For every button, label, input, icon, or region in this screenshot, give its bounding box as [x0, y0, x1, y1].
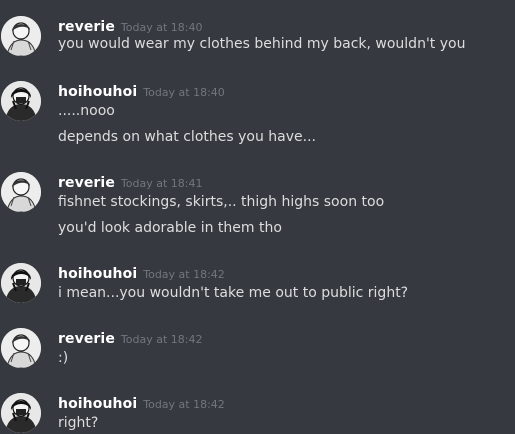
message-header: hoihouhoi Today at 18:42	[58, 263, 225, 282]
message-header: reverie Today at 18:41	[58, 172, 202, 191]
message-text: .....nooo	[58, 103, 115, 119]
username[interactable]: hoihouhoi	[58, 266, 137, 282]
username[interactable]: hoihouhoi	[58, 84, 137, 100]
reverie-avatar-icon[interactable]	[1, 16, 41, 56]
message-text: you'd look adorable in them tho	[58, 220, 282, 236]
timestamp[interactable]: Today at 18:42	[121, 333, 203, 346]
username[interactable]: reverie	[58, 175, 115, 191]
hoihouhoi-avatar-icon[interactable]	[1, 393, 41, 433]
message-header: reverie Today at 18:40	[58, 16, 202, 35]
message-text: right?	[58, 415, 99, 431]
username[interactable]: hoihouhoi	[58, 396, 137, 412]
username[interactable]: reverie	[58, 331, 115, 347]
message-text: fishnet stockings, skirts,.. thigh highs…	[58, 194, 385, 210]
message-text: you would wear my clothes behind my back…	[58, 36, 466, 52]
timestamp[interactable]: Today at 18:41	[121, 177, 203, 190]
message-header: hoihouhoi Today at 18:42	[58, 393, 225, 412]
timestamp[interactable]: Today at 18:40	[121, 21, 203, 34]
hoihouhoi-avatar-icon[interactable]	[1, 81, 41, 121]
timestamp[interactable]: Today at 18:42	[143, 398, 225, 411]
message-text: depends on what clothes you have...	[58, 129, 316, 145]
timestamp[interactable]: Today at 18:42	[143, 268, 225, 281]
reverie-avatar-icon[interactable]	[1, 328, 41, 368]
reverie-avatar-icon[interactable]	[1, 172, 41, 212]
message-header: hoihouhoi Today at 18:40	[58, 81, 225, 100]
username[interactable]: reverie	[58, 19, 115, 35]
timestamp[interactable]: Today at 18:40	[143, 86, 225, 99]
message-text: :)	[58, 350, 69, 366]
message-header: reverie Today at 18:42	[58, 328, 202, 347]
message-text: i mean...you wouldn't take me out to pub…	[58, 285, 409, 301]
hoihouhoi-avatar-icon[interactable]	[1, 263, 41, 303]
